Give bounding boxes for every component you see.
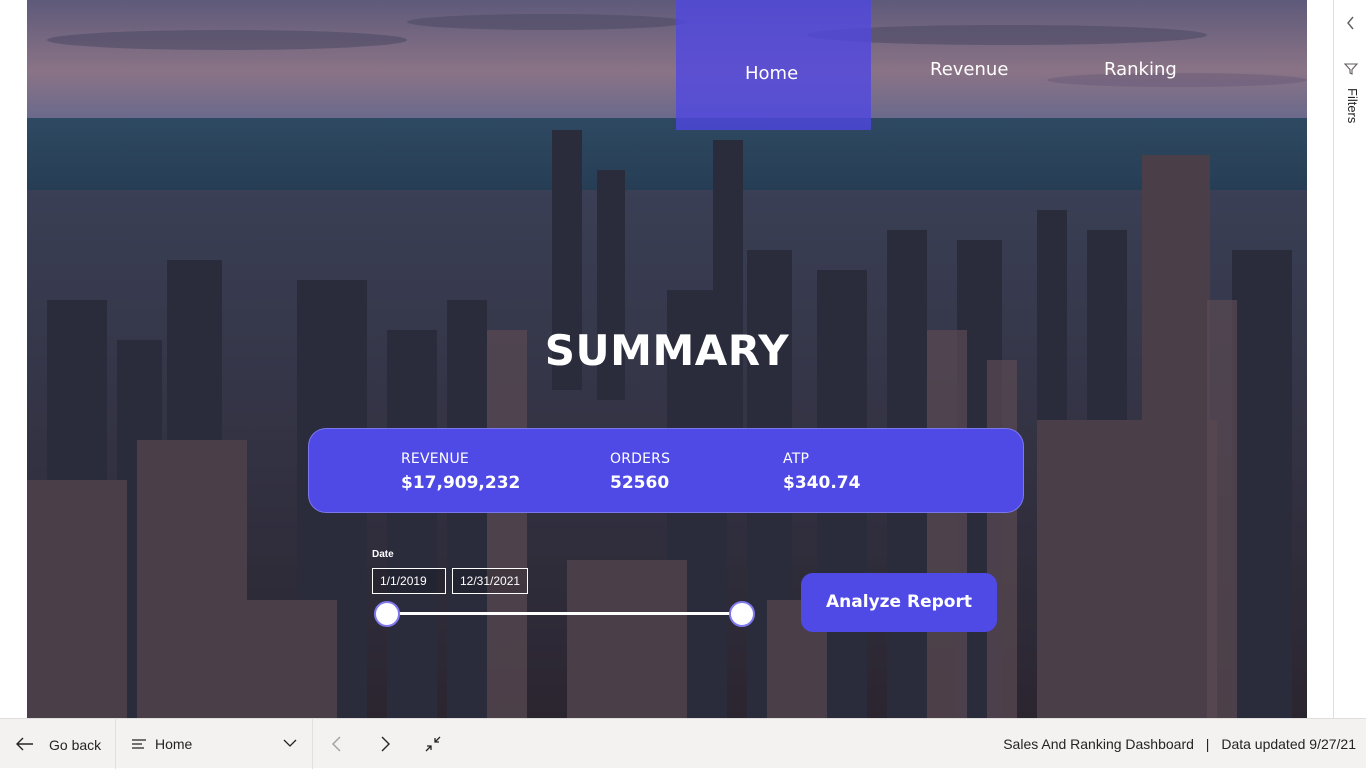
filters-pane-label: Filters	[1345, 88, 1360, 124]
chevron-left-icon[interactable]	[1344, 14, 1358, 32]
previous-page-icon[interactable]	[329, 736, 345, 752]
kpi-orders-label: ORDERS	[610, 451, 671, 467]
date-slider-end-handle[interactable]	[729, 601, 755, 627]
nav-revenue[interactable]: Revenue	[930, 59, 1008, 80]
filter-icon	[1344, 63, 1358, 75]
date-slicer-label: Date	[372, 549, 394, 560]
nav-home[interactable]: Home	[745, 63, 798, 84]
page-dropdown[interactable]: Home	[116, 719, 313, 769]
page-dropdown-value: Home	[155, 736, 193, 752]
date-start-input[interactable]: 1/1/2019	[372, 568, 446, 594]
kpi-orders-value: 52560	[610, 473, 670, 493]
kpi-revenue-label: REVENUE	[401, 451, 469, 467]
go-back-button[interactable]: Go back	[0, 719, 116, 769]
nav-ranking[interactable]: Ranking	[1104, 59, 1177, 80]
date-slider-track[interactable]	[387, 612, 743, 615]
kpi-atp-label: ATP	[783, 451, 810, 467]
filters-pane-collapsed[interactable]: Filters	[1333, 0, 1366, 718]
go-back-label: Go back	[49, 737, 102, 753]
kpi-orders: ORDERS 52560	[610, 451, 670, 493]
analyze-report-button[interactable]: Analyze Report	[801, 573, 997, 632]
date-slider-start-handle[interactable]	[374, 601, 400, 627]
exit-fullscreen-icon[interactable]	[425, 736, 441, 752]
kpi-atp: ATP $340.74	[783, 451, 860, 493]
list-icon	[132, 739, 146, 749]
bottom-bar: Go back Home Sales And Ranking Dashboard…	[0, 718, 1366, 769]
date-end-input[interactable]: 12/31/2021	[452, 568, 528, 594]
chevron-down-icon	[283, 739, 297, 747]
next-page-icon[interactable]	[377, 736, 393, 752]
kpi-revenue-value: $17,909,232	[401, 473, 521, 493]
report-status: Sales And Ranking Dashboard | Data updat…	[1003, 736, 1356, 752]
arrow-left-icon	[16, 737, 33, 751]
status-separator: |	[1205, 736, 1210, 752]
data-updated-text: Data updated 9/27/21	[1221, 736, 1356, 752]
kpi-atp-value: $340.74	[783, 473, 861, 493]
page-title: SUMMARY	[544, 326, 790, 375]
report-name: Sales And Ranking Dashboard	[1003, 736, 1194, 752]
kpi-revenue: REVENUE $17,909,232	[401, 451, 520, 493]
kpi-card: REVENUE $17,909,232 ORDERS 52560 ATP $34…	[308, 428, 1024, 513]
report-canvas: Home Revenue Ranking SUMMARY REVENUE $17…	[27, 0, 1307, 718]
